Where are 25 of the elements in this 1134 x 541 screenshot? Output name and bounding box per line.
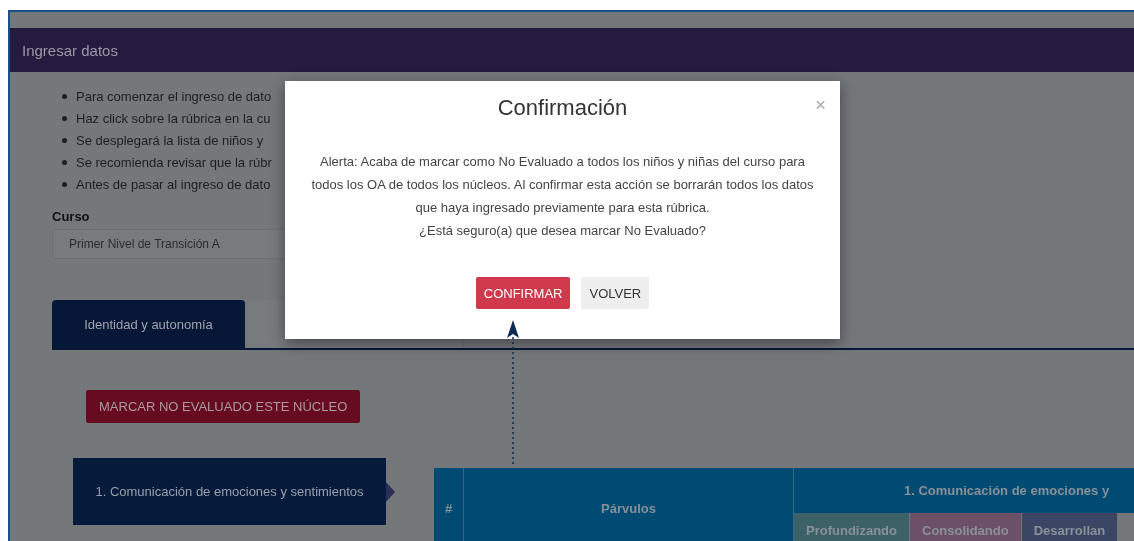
bullet-dot [62, 182, 67, 187]
course-label: Curso [52, 209, 90, 224]
bullet-dot [62, 138, 67, 143]
tab[interactable]: Identidad y autonomía [52, 300, 245, 348]
instruction-text: Se desplegará la lista de niños y [76, 132, 264, 149]
back-button[interactable]: VOLVER [581, 277, 650, 309]
mark-not-evaluated-button[interactable]: MARCAR NO EVALUADO ESTE NÚCLEO [86, 390, 361, 423]
column-header: Párvulos [464, 468, 794, 541]
instruction-text: Haz click sobre la rúbrica en la cu [76, 110, 271, 127]
instruction-text: Para comenzar el ingreso de dato [76, 88, 272, 105]
instruction-text: Se recomienda revisar que la rúbr [76, 154, 272, 171]
bullet-dot [62, 94, 67, 99]
pointer-icon [386, 482, 395, 502]
level-header: Desarrollan [1021, 513, 1119, 541]
dialog-title: Confirmación [497, 95, 628, 121]
bullet-dot [62, 116, 67, 121]
confirm-button[interactable]: CONFIRMAR [475, 277, 571, 309]
bullet-dot [62, 160, 67, 165]
alert-message: Alerta: Acaba de marcar como No Evaluado a todos los niños y niñas del curso para todos los OA de todos los núcleos. Al confirmar esta acción se borrarán todos los datos que haya ingresado previamente para esta rúbrica. [311, 153, 814, 217]
level-header: Consolidando [910, 513, 1022, 541]
header-title: Ingresar datos [22, 41, 118, 59]
column-header: 1. Comunicación de emociones y [794, 468, 1134, 513]
level-header: Profundizando [794, 513, 910, 541]
instruction-text: Antes de pasar al ingreso de dato [76, 176, 271, 193]
column-header: # [434, 468, 464, 541]
